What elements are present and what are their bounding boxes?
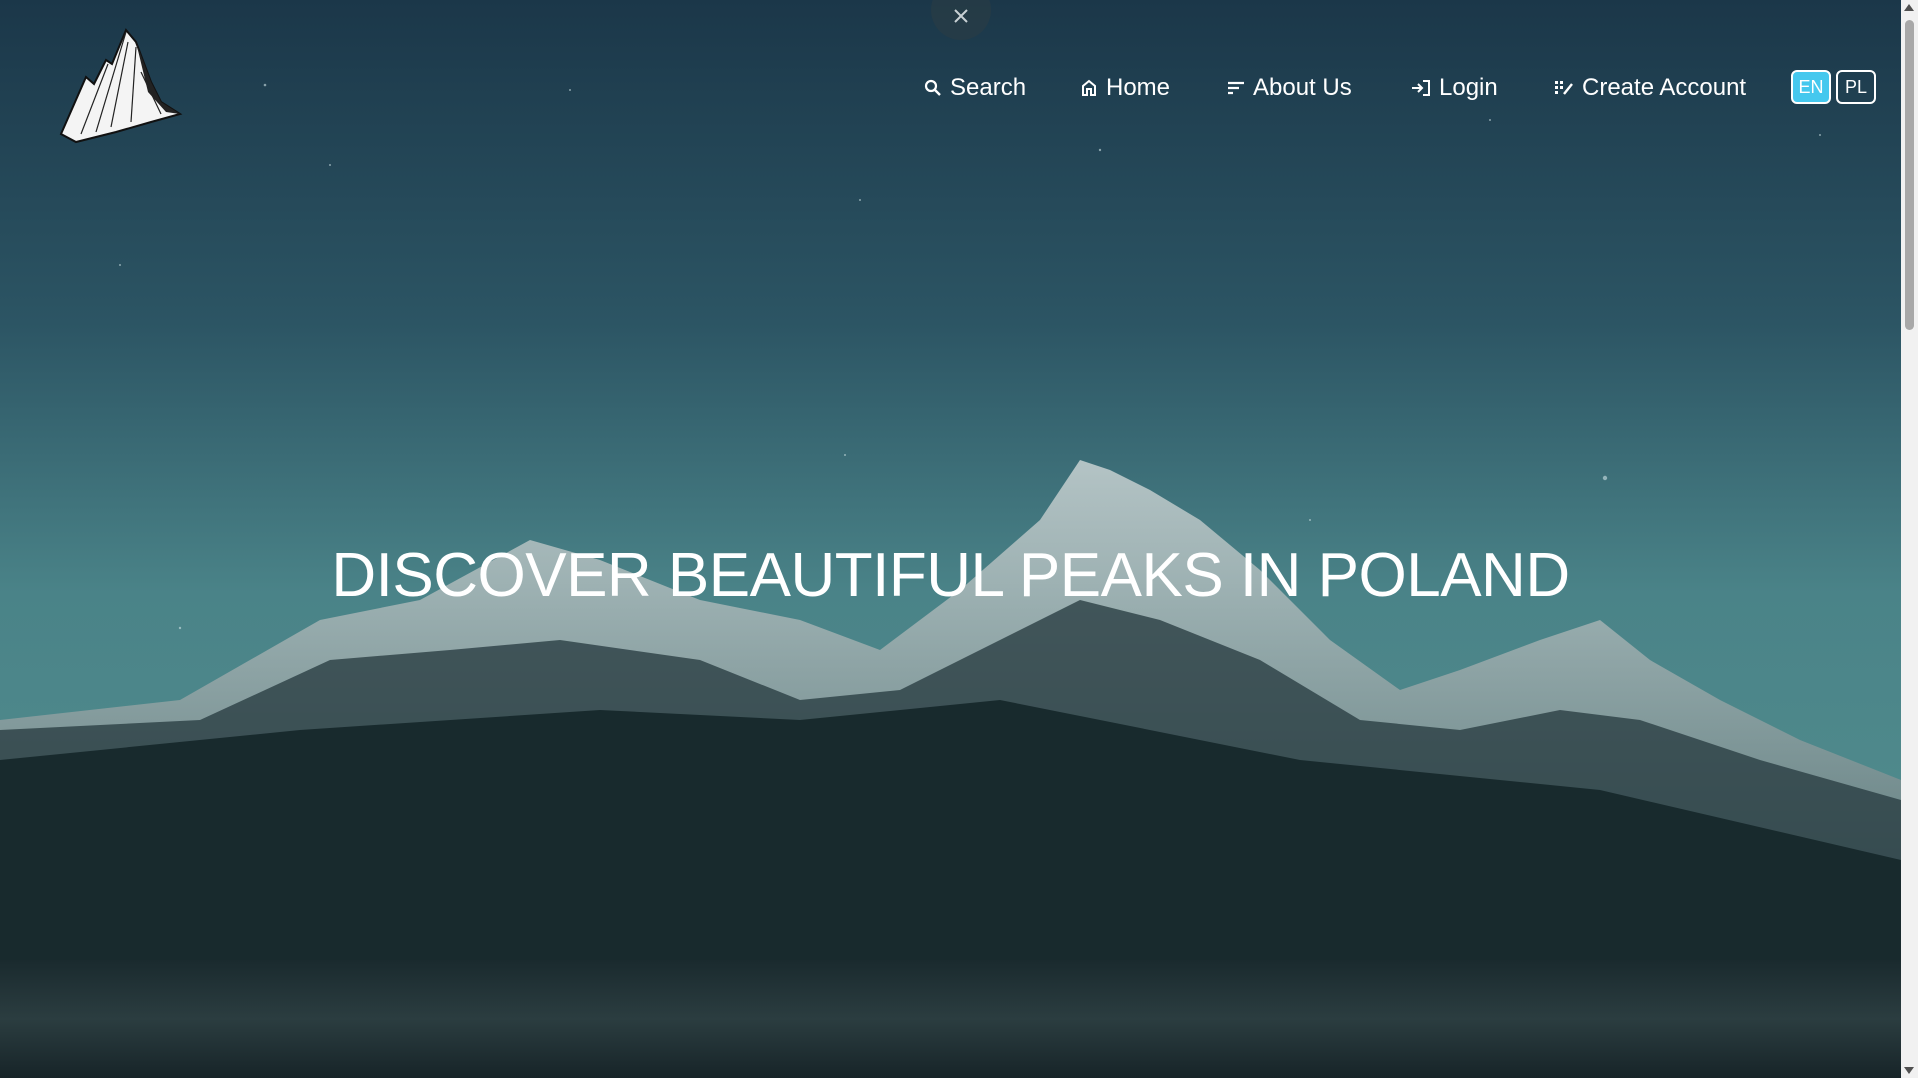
create-account-icon bbox=[1555, 81, 1573, 95]
nav-login[interactable]: Login bbox=[1411, 70, 1498, 106]
mountain-background-image bbox=[0, 0, 1901, 1078]
scroll-down-arrow-icon[interactable] bbox=[1904, 1067, 1914, 1074]
search-icon bbox=[924, 79, 941, 96]
login-icon bbox=[1412, 80, 1430, 96]
nav-home[interactable]: Home bbox=[1080, 70, 1170, 106]
list-icon bbox=[1228, 81, 1244, 95]
nav-about-us-label: About Us bbox=[1253, 74, 1352, 101]
language-pl-button[interactable]: PL bbox=[1836, 70, 1876, 104]
nav-search-label: Search bbox=[950, 74, 1027, 101]
nav-search[interactable]: Search bbox=[924, 70, 1026, 106]
scroll-up-arrow-icon[interactable] bbox=[1904, 4, 1914, 11]
home-icon bbox=[1082, 79, 1096, 96]
scrollbar-thumb[interactable] bbox=[1905, 20, 1914, 330]
language-en-button[interactable]: EN bbox=[1791, 70, 1831, 104]
nav-create-account[interactable]: Create Account bbox=[1554, 70, 1746, 106]
nav-create-account-label: Create Account bbox=[1582, 74, 1747, 101]
nav-login-label: Login bbox=[1439, 74, 1498, 101]
nav-home-label: Home bbox=[1106, 74, 1171, 101]
hero-section: Search Home About Us Login Create Accoun… bbox=[0, 0, 1901, 1078]
close-icon bbox=[954, 9, 968, 23]
main-navigation: Search Home About Us Login Create Accoun… bbox=[0, 70, 1901, 106]
hero-title: DISCOVER BEAUTIFUL PEAKS IN POLAND bbox=[331, 541, 1570, 610]
vertical-scrollbar[interactable] bbox=[1901, 0, 1918, 1078]
nav-about-us[interactable]: About Us bbox=[1227, 70, 1352, 106]
